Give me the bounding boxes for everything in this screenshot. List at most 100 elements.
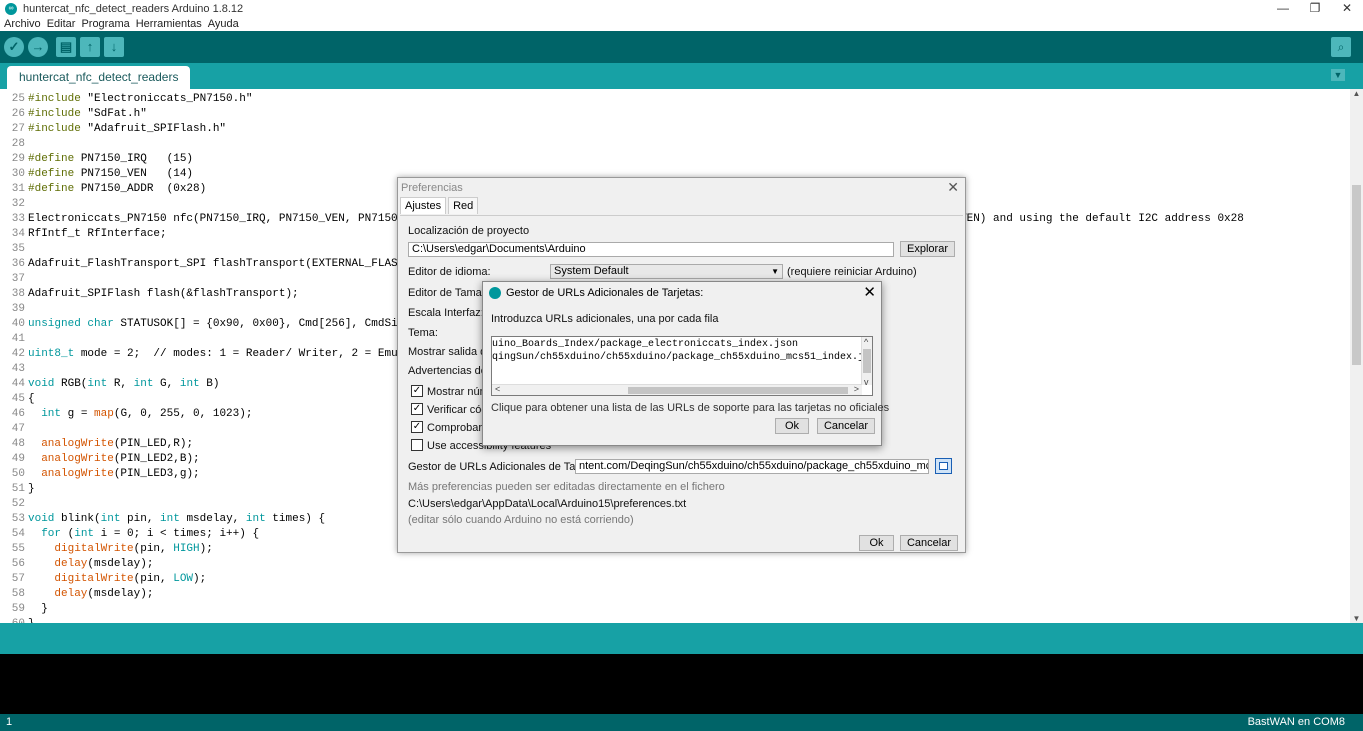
textarea-horizontal-scrollbar[interactable]: < > — [492, 384, 862, 395]
code-text: uint8_t mode = 2; // modes: 1 = Reader/ … — [28, 348, 411, 360]
scrollbar-thumb[interactable] — [628, 387, 848, 394]
line-number: 58 — [11, 588, 25, 600]
line-number: 42 — [11, 348, 25, 360]
code-text: void blink(int pin, int msdelay, int tim… — [28, 513, 326, 525]
scroll-down-icon[interactable]: v — [864, 377, 869, 387]
new-sketch-icon[interactable]: ▤ — [56, 37, 76, 57]
open-sketch-icon[interactable]: ↑ — [80, 37, 100, 57]
line-number: 47 — [11, 423, 25, 435]
scroll-down-icon[interactable]: ▼ — [1350, 614, 1363, 623]
code-line: 59 } — [0, 602, 48, 617]
code-line: 58 delay(msdelay); — [0, 587, 154, 602]
language-note: (requiere reiniciar Arduino) — [787, 266, 917, 278]
message-bar — [0, 623, 1363, 654]
code-line: 48 analogWrite(PIN_LED,R); — [0, 437, 193, 452]
scroll-left-icon[interactable]: < — [495, 384, 500, 394]
line-number: 40 — [11, 318, 25, 330]
scroll-up-icon[interactable]: ^ — [864, 337, 868, 347]
code-text: digitalWrite(pin, HIGH); — [54, 543, 213, 555]
status-bar: 1 BastWAN en COM8 — [0, 714, 1363, 731]
code-text: #include "SdFat.h" — [28, 108, 147, 120]
code-line: 44 void RGB(int R, int G, int B) — [0, 377, 220, 392]
menu-herramientas[interactable]: Herramientas — [136, 18, 202, 30]
code-line: 41 — [0, 332, 28, 347]
textarea-vertical-scrollbar[interactable]: ^ v — [861, 337, 872, 387]
line-number: 44 — [11, 378, 25, 390]
preferences-close-icon[interactable]: ✕ — [947, 179, 959, 196]
window-title-bar: ∞ huntercat_nfc_detect_readers Arduino 1… — [0, 0, 1363, 17]
board-urls-ok-button[interactable]: Ok — [775, 418, 809, 434]
verify-code-checkbox[interactable]: ✓ — [411, 403, 423, 415]
menu-ayuda[interactable]: Ayuda — [208, 18, 239, 30]
code-line: 27 #include "Adafruit_SPIFlash.h" — [0, 122, 226, 137]
line-number: 48 — [11, 438, 25, 450]
minimize-button[interactable]: — — [1267, 0, 1299, 17]
tab-ajustes[interactable]: Ajustes — [400, 197, 447, 214]
code-line: 29 #define PN7150_IRQ (15) — [0, 152, 193, 167]
line-number: 50 — [11, 468, 25, 480]
code-text: #define PN7150_IRQ (15) — [28, 153, 194, 165]
preferences-title: Preferencias — [401, 182, 463, 194]
scroll-up-icon[interactable]: ▲ — [1350, 89, 1363, 98]
board-urls-field[interactable]: ntent.com/DeqingSun/ch55xduino/ch55xduin… — [575, 459, 929, 474]
code-text: } — [28, 483, 35, 495]
line-number: 43 — [11, 363, 25, 375]
code-line: 51} — [0, 482, 35, 497]
board-urls-cancel-button[interactable]: Cancelar — [817, 418, 875, 434]
board-urls-textarea[interactable]: uino_Boards_Index/package_electroniccats… — [491, 336, 873, 396]
preferences-ok-button[interactable]: Ok — [859, 535, 894, 551]
board-urls-close-icon[interactable]: ✕ — [863, 283, 876, 301]
sketchbook-path-field[interactable]: C:\Users\edgar\Documents\Arduino — [408, 242, 894, 257]
tab-sketch[interactable]: huntercat_nfc_detect_readers — [7, 66, 191, 89]
edit-urls-window-icon[interactable] — [935, 458, 952, 474]
unofficial-boards-link[interactable]: Clique para obtener una lista de las URL… — [491, 402, 889, 414]
language-select[interactable]: System Default ▼ — [550, 264, 783, 279]
check-updates-checkbox[interactable]: ✓ — [411, 421, 423, 433]
preferences-cancel-button[interactable]: Cancelar — [900, 535, 958, 551]
browse-button[interactable]: Explorar — [900, 241, 955, 257]
code-line: 34 RfIntf_t RfInterface; — [0, 227, 167, 242]
code-line: 35 — [0, 242, 28, 257]
close-button[interactable]: ✕ — [1331, 0, 1363, 17]
upload-icon[interactable]: → — [28, 37, 48, 57]
code-line: 52 — [0, 497, 28, 512]
scrollbar-thumb[interactable] — [863, 349, 871, 373]
interface-scale-label: Escala Interfaz: — [408, 307, 484, 319]
tab-red[interactable]: Red — [448, 197, 479, 214]
save-sketch-icon[interactable]: ↓ — [104, 37, 124, 57]
scrollbar-thumb[interactable] — [1352, 185, 1361, 365]
line-number: 52 — [11, 498, 25, 510]
tab-menu-icon[interactable]: ▼ — [1331, 69, 1345, 81]
line-number: 41 — [11, 333, 25, 345]
scroll-right-icon[interactable]: > — [854, 384, 859, 394]
show-line-numbers-checkbox[interactable]: ✓ — [411, 385, 423, 397]
accessibility-checkbox[interactable] — [411, 439, 423, 451]
code-text: #include "Adafruit_SPIFlash.h" — [28, 123, 227, 135]
menu-editar[interactable]: Editar — [47, 18, 76, 30]
verify-icon[interactable]: ✓ — [4, 37, 24, 57]
edit-note: (editar sólo cuando Arduino no está corr… — [408, 514, 634, 526]
line-number: 46 — [11, 408, 25, 420]
code-line: 53 void blink(int pin, int msdelay, int t… — [0, 512, 325, 527]
code-text: analogWrite(PIN_LED3,g); — [41, 468, 200, 480]
code-line: 38 Adafruit_SPIFlash flash(&flashTranspor… — [0, 287, 299, 302]
line-number: 28 — [11, 138, 25, 150]
menu-archivo[interactable]: Archivo — [4, 18, 41, 30]
line-number: 26 — [11, 108, 25, 120]
code-text: VEN) and using the default I2C address 0… — [960, 213, 1244, 225]
console-output[interactable] — [0, 654, 1363, 714]
sketchbook-label: Localización de proyecto — [408, 225, 530, 237]
editor-scrollbar[interactable]: ▲ ▼ — [1350, 89, 1363, 623]
code-line: 32 — [0, 197, 28, 212]
line-number: 34 — [11, 228, 25, 240]
code-line: 49 analogWrite(PIN_LED2,B); — [0, 452, 200, 467]
serial-monitor-icon[interactable]: ⌕ — [1331, 37, 1351, 57]
line-number: 39 — [11, 303, 25, 315]
code-line: 57 digitalWrite(pin, LOW); — [0, 572, 206, 587]
status-board-port: BastWAN en COM8 — [1247, 716, 1345, 728]
line-number: 35 — [11, 243, 25, 255]
line-number: 29 — [11, 153, 25, 165]
maximize-button[interactable]: ❐ — [1299, 0, 1331, 17]
code-text: unsigned char STATUSOK[] = {0x90, 0x00},… — [28, 318, 411, 330]
menu-programa[interactable]: Programa — [81, 18, 129, 30]
